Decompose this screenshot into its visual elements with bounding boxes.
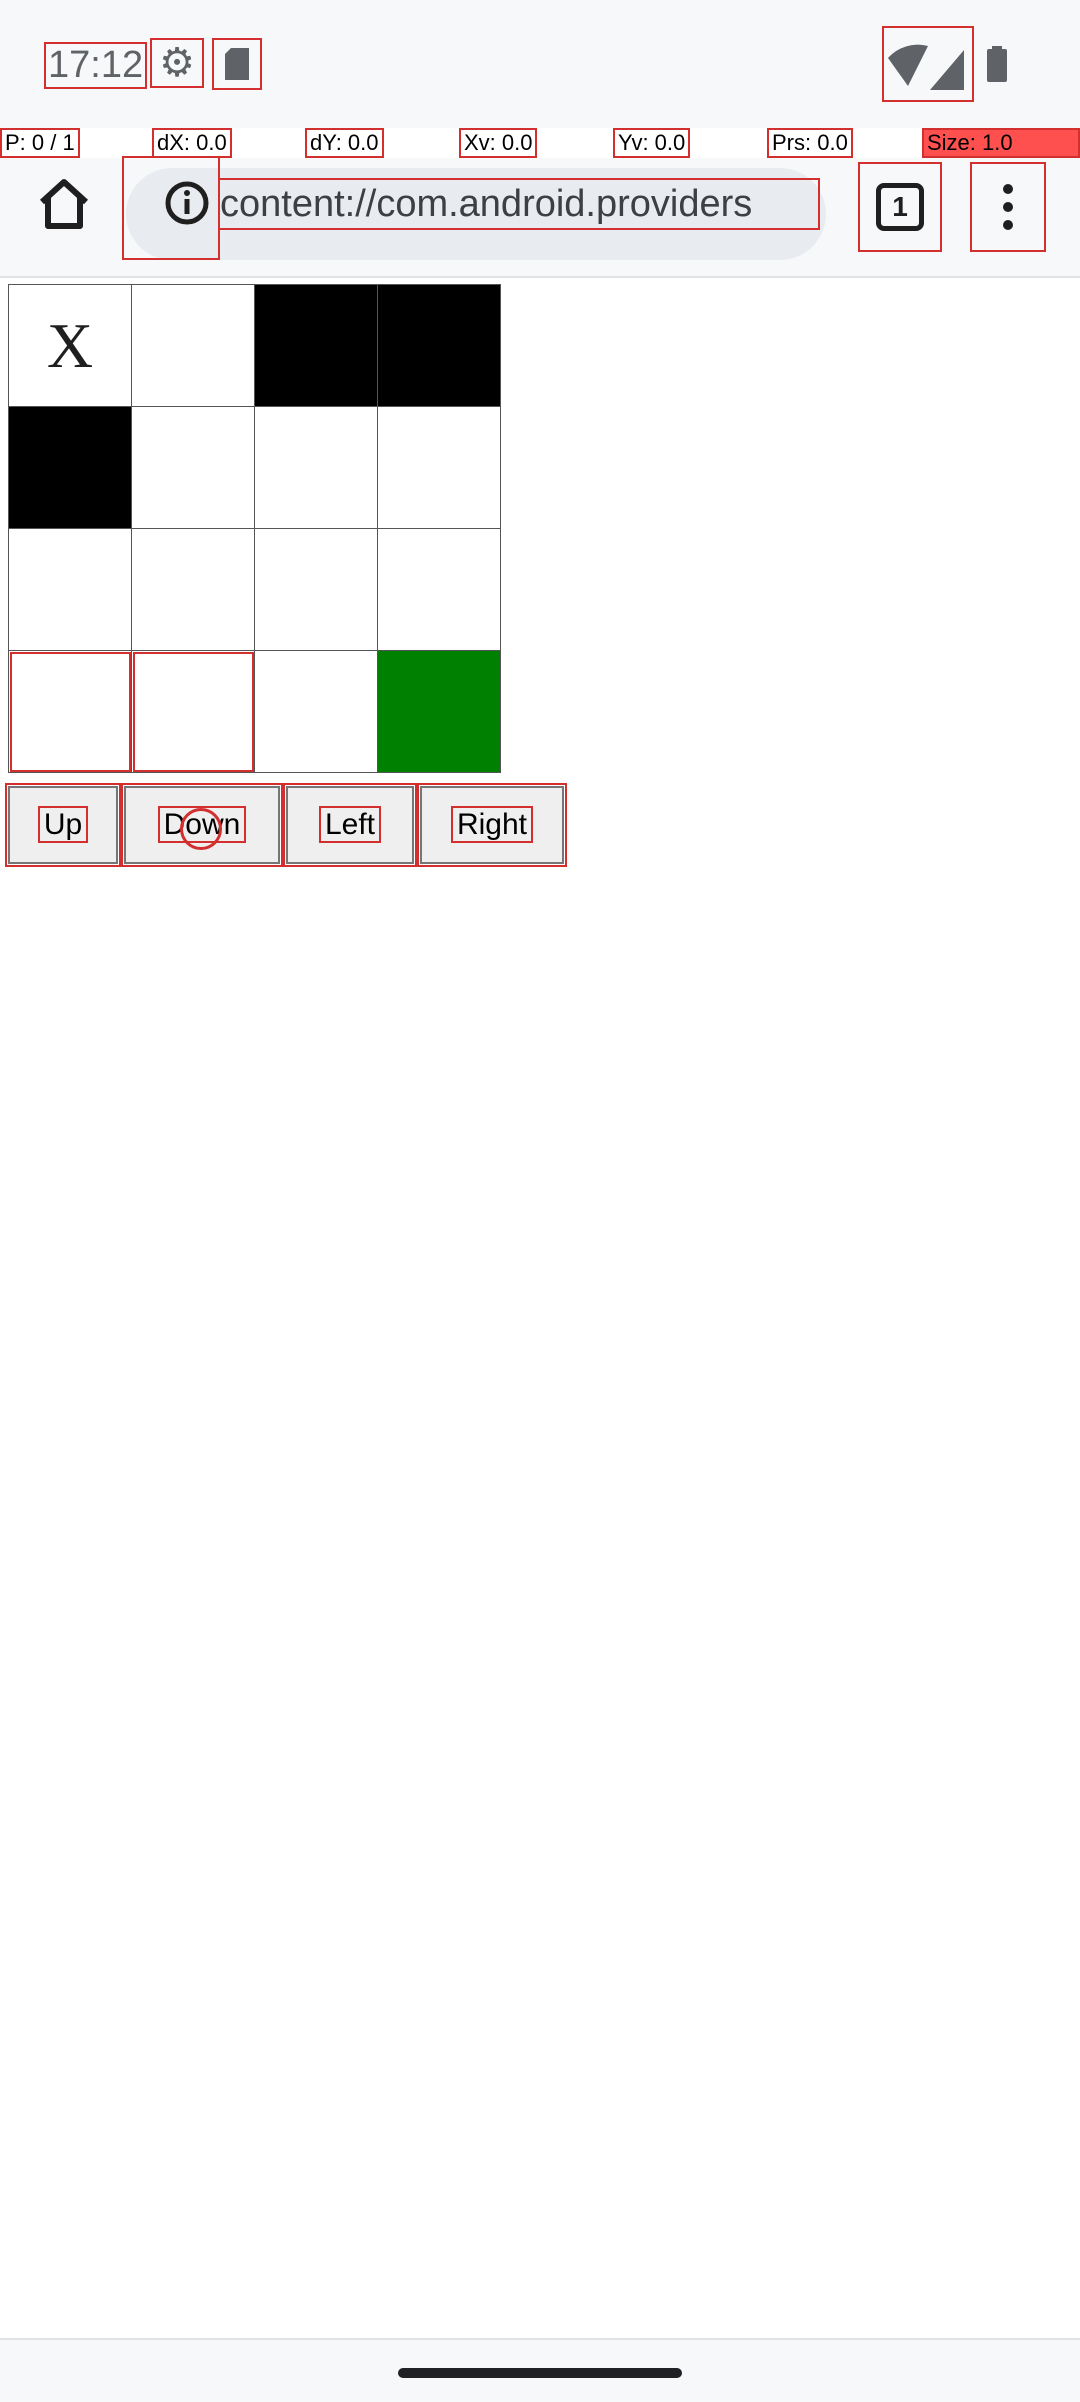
site-info-button[interactable] [122,156,220,260]
wifi-icon [888,44,928,86]
pointer-info-bar: P: 0 / 1 dX: 0.0 dY: 0.0 Xv: 0.0 Yv: 0.0… [0,128,1080,158]
velocity-y: Yv: 0.0 [612,128,691,158]
pointer-count: P: 0 / 1 [0,128,80,158]
grid-cell [8,650,132,773]
menu-dot-icon [1003,184,1013,194]
right-button[interactable]: Right [417,783,567,867]
status-time: 17:12 [43,42,148,89]
grid-row [8,650,501,773]
pressure: Prs: 0.0 [767,128,853,158]
grid-cell [254,528,378,651]
up-button[interactable]: Up [5,783,121,867]
goal-cell [377,650,501,773]
cell-signal-icon [930,50,964,90]
status-bar: 17:12 ⚙ [0,0,1080,128]
grid-cell [8,528,132,651]
wall-cell [8,406,132,529]
info-icon [165,181,209,225]
grid-cell [131,406,255,529]
delta-x: dX: 0.0 [152,128,232,158]
wall-cell [377,284,501,407]
connectivity-icons [882,26,974,102]
browser-toolbar: content://com.android.providers 1 [0,156,1080,278]
menu-dot-icon [1003,202,1013,212]
grid-cell [377,528,501,651]
url-text[interactable]: content://com.android.providers [218,178,820,230]
gear-icon: ⚙ [150,38,204,88]
grid-row: X [8,284,501,407]
home-button[interactable] [34,174,94,234]
touch-size: Size: 1.0 [922,128,1080,158]
home-icon [39,179,89,229]
tab-switcher-button[interactable]: 1 [858,162,942,252]
grid-cell [131,650,255,773]
grid-cell [254,650,378,773]
grid-row [8,406,501,529]
sd-card-icon [212,38,262,90]
battery-icon [986,46,1008,87]
wall-cell [254,284,378,407]
left-button[interactable]: Left [283,783,417,867]
game-grid: X [8,284,501,773]
overflow-menu-button[interactable] [970,162,1046,252]
touch-indicator [180,808,222,850]
menu-dot-icon [1003,220,1013,230]
grid-cell [131,284,255,407]
grid-cell [254,406,378,529]
grid-row [8,528,501,651]
grid-cell [377,406,501,529]
tab-count: 1 [876,183,924,231]
navigation-bar [0,2338,1080,2402]
velocity-x: Xv: 0.0 [458,128,538,158]
grid-cell [131,528,255,651]
gesture-handle[interactable] [398,2368,682,2378]
delta-y: dY: 0.0 [305,128,384,158]
player-cell: X [8,284,132,407]
